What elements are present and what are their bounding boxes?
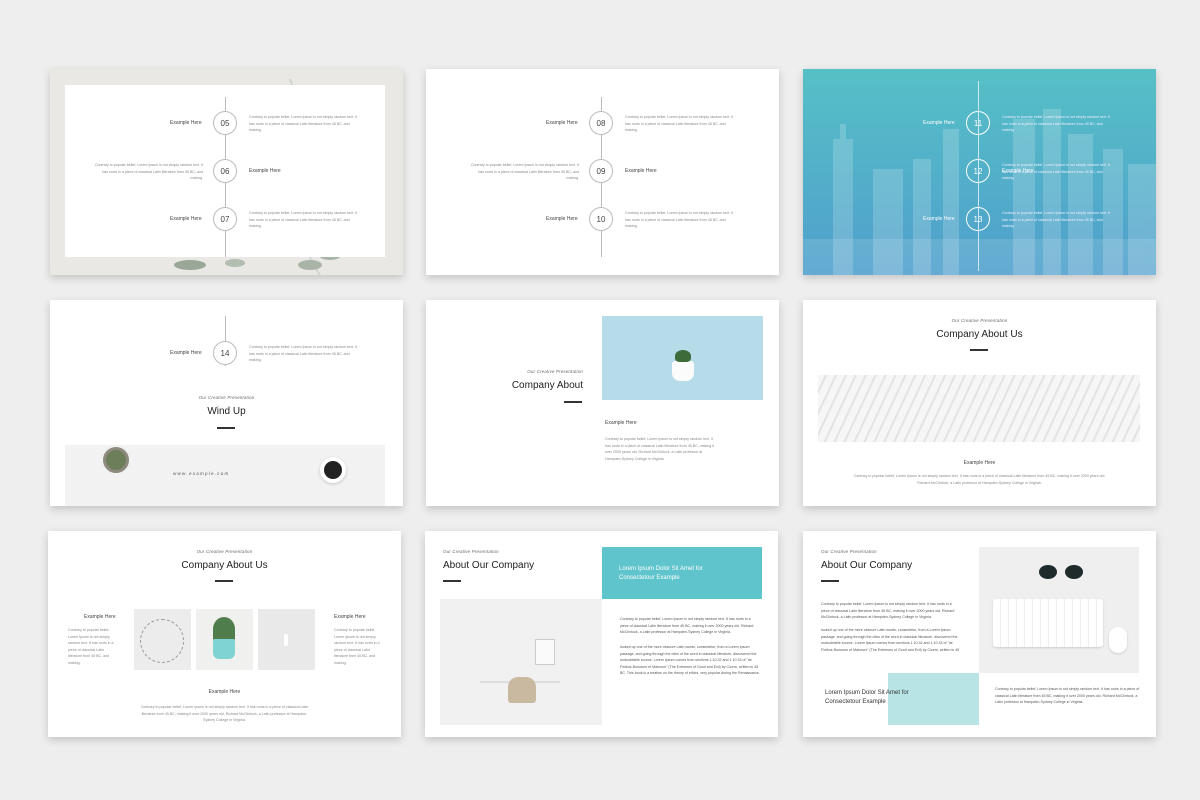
step-number: 13 — [966, 207, 990, 231]
body-text: looked up one of the more obscure Latin … — [821, 628, 960, 652]
body-text: Contrary to popular belief, Lorem Ipsum … — [853, 474, 1106, 485]
sunglasses-icon — [1039, 565, 1085, 579]
mouse-icon — [1109, 627, 1127, 653]
white-pot-icon — [672, 361, 694, 381]
step-number: 12 — [966, 159, 990, 183]
bottom-leaves — [174, 259, 322, 270]
body-text: Contrary to popular belief, Lorem Ipsum … — [140, 705, 309, 722]
slide-title: About Our Company — [443, 560, 535, 571]
website-url: w w w . e x a m p l e . c o m — [173, 471, 229, 476]
slide-6[interactable]: Our Creative Presentation Company About … — [803, 300, 1156, 506]
coffee-cup-icon — [320, 457, 346, 483]
succulent-icon — [675, 350, 691, 362]
architecture-photo — [818, 375, 1140, 442]
step-number: 08 — [589, 111, 613, 135]
cactus-icon — [213, 617, 235, 641]
example-label: Example Here — [170, 350, 202, 356]
body-text: Contrary to popular belief, Lorem Ipsum … — [249, 345, 358, 362]
plant-pot-icon — [103, 447, 129, 473]
example-label: Example Here — [625, 168, 657, 174]
title-underline — [564, 401, 582, 403]
step-number: 14 — [213, 341, 237, 365]
minimal-photo — [258, 609, 315, 670]
example-label: Example Here — [963, 460, 996, 466]
body-text: Contrary to popular belief, Lorem Ipsum … — [625, 211, 734, 228]
kicker-text: Our Creative Presentation — [196, 549, 253, 554]
body-text: Contrary to popular belief, Lorem Ipsum … — [68, 628, 114, 665]
example-label: Example Here — [334, 614, 366, 620]
desk-photo: w w w . e x a m p l e . c o m — [65, 445, 385, 506]
kicker-text: Our Creative Presentation — [443, 549, 499, 554]
desk-chair-photo — [440, 599, 602, 725]
body-text: Contrary to popular belief, Lorem Ipsum … — [620, 617, 754, 634]
step-number: 06 — [213, 159, 237, 183]
body-text: Contrary to popular belief, Lorem Ipsum … — [1002, 211, 1111, 228]
title-underline — [215, 580, 233, 582]
example-label: Example Here — [170, 120, 202, 126]
example-label: Example Here — [546, 216, 578, 222]
body-text: Contrary to popular belief, Lorem Ipsum … — [821, 602, 955, 619]
highlight-text: Lorem Ipsum Dolor Sit Amet for Consectet… — [825, 690, 909, 705]
kicker-text: Our Creative Presentation — [821, 549, 877, 554]
slide-title: Wind Up — [207, 406, 246, 417]
slide-4[interactable]: 14 Example Here Contrary to popular beli… — [50, 300, 403, 506]
body-text: Contrary to popular belief, Lorem Ipsum … — [995, 687, 1140, 704]
example-label: Example Here — [923, 120, 955, 126]
body-text: Contrary to popular belief, Lorem Ipsum … — [1002, 163, 1111, 180]
slide-8[interactable]: Our Creative Presentation About Our Comp… — [425, 531, 778, 737]
slide-title: Company About — [511, 380, 583, 391]
body-text: Contrary to popular belief, Lorem Ipsum … — [1002, 115, 1111, 132]
body-text: Contrary to popular belief, Lorem Ipsum … — [249, 211, 358, 228]
example-label: Example Here — [605, 420, 637, 426]
keyboard-icon — [993, 599, 1103, 647]
slide-title: About Our Company — [821, 560, 913, 571]
slide-5[interactable]: Our Creative Presentation Company About … — [426, 300, 779, 506]
example-label: Example Here — [208, 689, 241, 695]
slide-9[interactable]: Our Creative Presentation About Our Comp… — [803, 531, 1156, 737]
step-number: 09 — [589, 159, 613, 183]
title-underline — [821, 580, 839, 582]
slide-3[interactable]: 11 12 13 Example Here Example Here Examp… — [803, 69, 1156, 275]
kicker-text: Our Creative Presentation — [951, 318, 1008, 323]
body-text: Contrary to popular belief, Lorem Ipsum … — [625, 115, 734, 132]
kicker-text: Our Creative Presentation — [198, 395, 255, 400]
ferris-wheel-photo — [134, 609, 191, 670]
wheel-icon — [140, 619, 184, 663]
cactus-photo — [196, 609, 253, 670]
example-label: Example Here — [546, 120, 578, 126]
step-number: 07 — [213, 207, 237, 231]
step-number: 11 — [966, 111, 990, 135]
slide-2[interactable]: 08 09 10 Example Here Example Here Examp… — [426, 69, 779, 275]
body-text: Contrary to popular belief, Lorem Ipsum … — [470, 163, 579, 180]
slide-title: Company About Us — [936, 329, 1023, 340]
slide-1[interactable]: 05 06 07 Example Here Example Here Examp… — [50, 69, 403, 275]
example-label: Example Here — [84, 614, 116, 620]
frame-icon — [535, 639, 555, 665]
body-text: Contrary to popular belief, Lorem Ipsum … — [334, 628, 380, 665]
teal-pot-icon — [213, 639, 235, 659]
title-underline — [970, 349, 988, 351]
body-text: Contrary to popular belief, Lorem Ipsum … — [249, 115, 358, 132]
example-label: Example Here — [249, 168, 281, 174]
example-label: Example Here — [170, 216, 202, 222]
title-underline — [217, 427, 235, 429]
keyboard-photo — [979, 547, 1139, 673]
highlight-text: Lorem Ipsum Dolor Sit Amet for Consectet… — [619, 566, 703, 581]
object-icon — [284, 634, 288, 646]
body-text: looked up one of the more obscure Latin … — [620, 645, 760, 675]
plant-photo — [602, 316, 763, 400]
step-number: 10 — [589, 207, 613, 231]
slide-title: Company About Us — [181, 560, 268, 571]
slide-7[interactable]: Our Creative Presentation Company About … — [48, 531, 401, 737]
chair-icon — [508, 677, 536, 703]
body-text: Contrary to popular belief, Lorem Ipsum … — [605, 437, 715, 461]
step-number: 05 — [213, 111, 237, 135]
body-text: Contrary to popular belief, Lorem Ipsum … — [94, 163, 203, 180]
kicker-text: Our Creative Presentation — [527, 369, 583, 374]
example-label: Example Here — [923, 216, 955, 222]
title-underline — [443, 580, 461, 582]
